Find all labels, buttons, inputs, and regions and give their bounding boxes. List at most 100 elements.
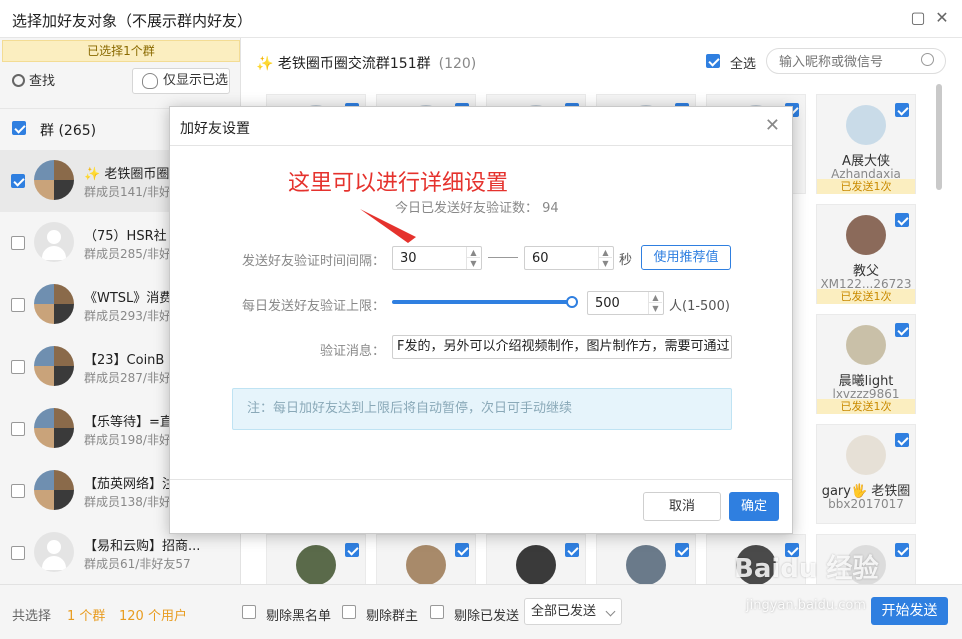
member-card[interactable]: 晨曦light lxvzzz9861 已发送1次 xyxy=(816,314,916,414)
remove-owner-checkbox[interactable] xyxy=(342,605,356,619)
member-avatar xyxy=(296,545,336,584)
member-card[interactable] xyxy=(376,534,476,584)
interval-min-value: 30 xyxy=(400,251,417,266)
add-friend-settings-dialog: 加好友设置 ✕ 这里可以进行详细设置 今日已发送好友验证数： 94 发送好友验证… xyxy=(169,106,793,534)
divider xyxy=(170,145,792,146)
member-checkbox[interactable] xyxy=(895,103,909,117)
close-icon[interactable]: ✕ xyxy=(934,10,950,26)
watermark-url: jingyan.baidu.com xyxy=(746,598,866,613)
group-checkbox[interactable] xyxy=(11,546,25,560)
group-avatar xyxy=(34,532,74,572)
title-bar: 选择加好友对象（不展示群内好友） ▢ ✕ xyxy=(0,0,962,38)
group-checkbox[interactable] xyxy=(11,174,25,188)
member-search-input[interactable] xyxy=(766,48,946,74)
group-member-count: (120) xyxy=(438,56,477,72)
selected-user-count: 120 个用户 xyxy=(119,609,187,624)
selected-count-banner: 已选择1个群 xyxy=(2,40,240,62)
member-id: bbx2017017 xyxy=(828,497,904,511)
group-select-all-checkbox[interactable] xyxy=(12,121,26,135)
group-avatar xyxy=(34,346,74,386)
maximize-icon[interactable]: ▢ xyxy=(910,10,926,26)
group-checkbox[interactable] xyxy=(11,484,25,498)
annotation-text: 这里可以进行详细设置 xyxy=(288,171,509,196)
member-avatar xyxy=(846,435,886,475)
decrement-icon[interactable]: ▼ xyxy=(648,303,662,314)
member-avatar xyxy=(846,105,886,145)
range-dash xyxy=(488,257,518,258)
sent-badge: 已发送1次 xyxy=(817,399,915,414)
group-header-label: 群 (265) xyxy=(40,123,97,139)
dialog-title: 加好友设置 xyxy=(180,121,250,137)
sent-badge: 已发送1次 xyxy=(817,179,915,194)
decrement-icon[interactable]: ▼ xyxy=(598,258,612,269)
remove-blacklist-checkbox[interactable] xyxy=(242,605,256,619)
member-checkbox[interactable] xyxy=(895,433,909,447)
member-card[interactable] xyxy=(266,534,366,584)
remove-sent-checkbox[interactable] xyxy=(430,605,444,619)
remove-owner-label: 剔除群主 xyxy=(366,609,419,624)
decrement-icon[interactable]: ▼ xyxy=(466,258,480,269)
member-card[interactable]: A展大侠 Azhandaxia 已发送1次 xyxy=(816,94,916,194)
group-checkbox[interactable] xyxy=(11,236,25,250)
daily-limit-value: 500 xyxy=(595,296,620,311)
member-avatar xyxy=(846,325,886,365)
member-card[interactable]: 教父 XM122...26723 已发送1次 xyxy=(816,204,916,304)
member-avatar xyxy=(626,545,666,584)
cancel-button[interactable]: 取消 xyxy=(643,492,721,521)
group-title-text: ✨ 老铁圈币圈交流群151群 xyxy=(256,56,431,72)
member-avatar xyxy=(516,545,556,584)
select-all-checkbox[interactable] xyxy=(706,54,720,68)
group-title: ✨ 老铁圈币圈交流群151群 (120) xyxy=(256,53,476,73)
member-checkbox[interactable] xyxy=(565,543,579,557)
remove-sent-label: 剔除已发送 xyxy=(454,609,520,624)
confirm-button[interactable]: 确定 xyxy=(729,492,779,521)
member-checkbox[interactable] xyxy=(455,543,469,557)
today-sent-count: 今日已发送好友验证数： 94 xyxy=(395,201,559,216)
increment-icon[interactable]: ▲ xyxy=(598,247,612,258)
group-checkbox[interactable] xyxy=(11,298,25,312)
group-avatar xyxy=(34,408,74,448)
interval-max-value: 60 xyxy=(532,251,549,266)
member-checkbox[interactable] xyxy=(345,543,359,557)
member-checkbox[interactable] xyxy=(895,543,909,557)
daily-limit-slider[interactable] xyxy=(392,300,572,304)
member-checkbox[interactable] xyxy=(895,323,909,337)
dialog-close-icon[interactable]: ✕ xyxy=(765,115,780,136)
daily-limit-slider-handle[interactable] xyxy=(566,296,578,308)
sent-filter-dropdown[interactable]: 全部已发送 xyxy=(524,598,622,625)
daily-limit-range: 人(1-500) xyxy=(669,299,730,314)
group-avatar xyxy=(34,160,74,200)
search-icon xyxy=(12,74,25,87)
interval-min-stepper[interactable]: 30 ▲ ▼ xyxy=(392,246,482,270)
member-card[interactable]: gary🖐 老铁圈 bbx2017017 xyxy=(816,424,916,524)
increment-icon[interactable]: ▲ xyxy=(466,247,480,258)
member-checkbox[interactable] xyxy=(675,543,689,557)
verification-message-input[interactable]: F发的，另外可以介绍视频制作，图片制作方，需要可通过 xyxy=(392,335,732,359)
member-checkbox[interactable] xyxy=(895,213,909,227)
member-avatar xyxy=(406,545,446,584)
only-selected-button[interactable]: 仅显示已选 xyxy=(132,68,230,94)
member-grid-scrollbar[interactable] xyxy=(936,84,942,190)
daily-limit-stepper[interactable]: 500 ▲ ▼ xyxy=(587,291,664,315)
chevron-down-icon xyxy=(605,606,616,617)
search-icon xyxy=(921,53,934,66)
message-label: 验证消息： xyxy=(319,344,385,359)
group-avatar xyxy=(34,284,74,324)
watermark-logo: Baidu 经验 xyxy=(734,554,879,584)
select-all-label: 全选 xyxy=(730,57,757,72)
search-button[interactable]: 查找 xyxy=(12,70,55,94)
increment-icon[interactable]: ▲ xyxy=(648,292,662,303)
sent-filter-value: 全部已发送 xyxy=(531,604,597,619)
start-send-button[interactable]: 开始发送 xyxy=(871,597,948,625)
only-selected-label: 仅显示已选 xyxy=(163,73,229,88)
group-checkbox[interactable] xyxy=(11,360,25,374)
use-recommended-button[interactable]: 使用推荐值 xyxy=(641,245,731,270)
daily-limit-label: 每日发送好友验证上限： xyxy=(241,299,385,314)
member-card[interactable] xyxy=(596,534,696,584)
group-avatar xyxy=(34,470,74,510)
divider xyxy=(170,479,792,480)
group-checkbox[interactable] xyxy=(11,422,25,436)
member-card[interactable] xyxy=(486,534,586,584)
sent-badge: 已发送1次 xyxy=(817,289,915,304)
interval-max-stepper[interactable]: 60 ▲ ▼ xyxy=(524,246,614,270)
